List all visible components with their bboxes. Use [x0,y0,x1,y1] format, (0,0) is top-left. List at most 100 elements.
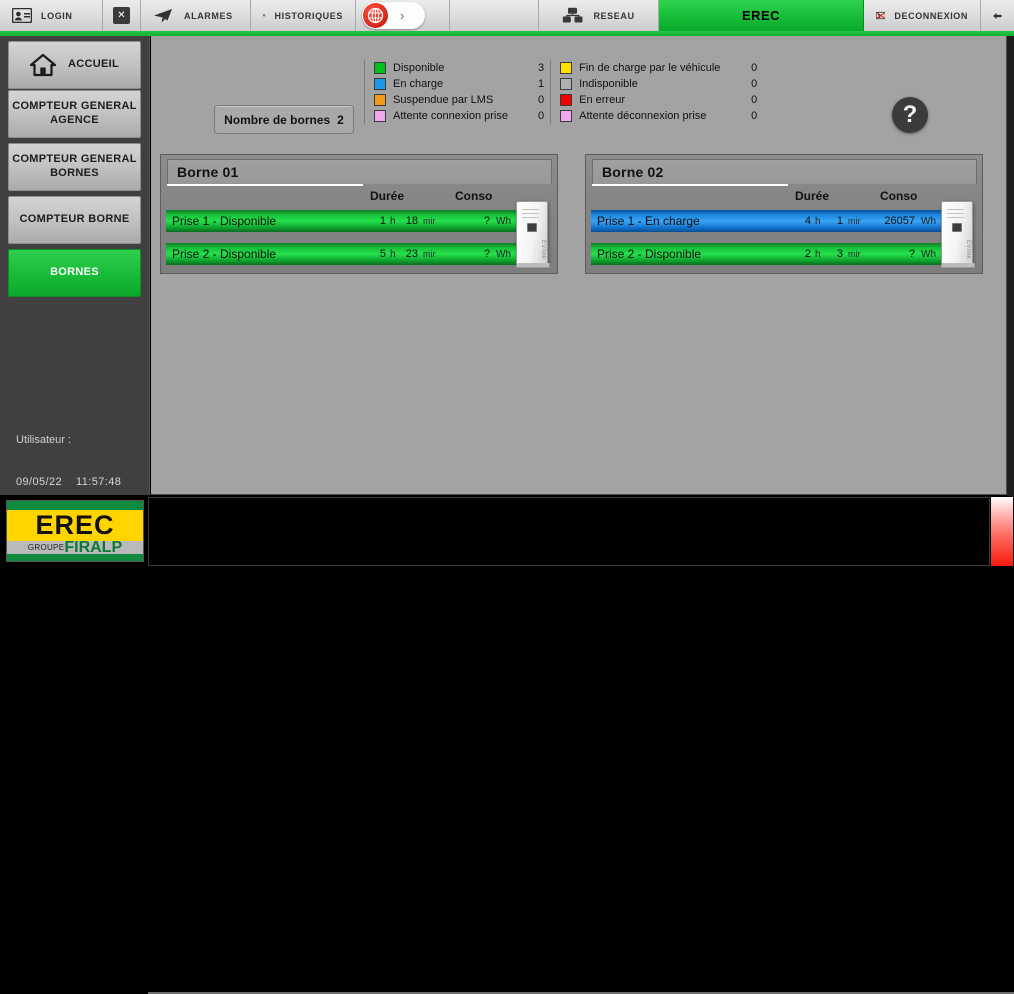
status-swatch-en-charge [374,78,386,90]
prise-duration-minutes: 23 [402,248,418,260]
prise-duration-hours-unit: h [815,249,821,260]
status-swatch-disponible [374,62,386,74]
borne-header-underline [592,184,788,186]
prise-duration-minutes-unit: mir [848,216,861,226]
tab-back[interactable] [981,0,1014,31]
prise-row[interactable]: Prise 1 - Disponible 1 h 18 mir ? Wh [166,210,531,232]
chevron-right-icon[interactable]: › [400,8,404,23]
sidebar-item-bornes[interactable]: BORNES [8,249,141,297]
prise-duration-hours-unit: h [390,249,396,260]
prise-conso-unit: Wh [921,216,936,227]
tab-deconnexion[interactable]: DECONNEXION [864,0,981,31]
station-brand-label: EVlink [965,240,971,259]
legend-label: Fin de charge par le véhicule [579,62,751,74]
history-document-icon [263,6,266,25]
legend-label: Attente connexion prise [393,110,538,122]
legend-label: Indisponible [579,78,751,90]
prise-conso-value: ? [871,248,915,260]
footer-alert-indicator [991,497,1013,566]
nombre-de-bornes-label: Nombre de bornes [224,113,330,127]
prise-duration-hours: 4 [797,215,811,227]
sidebar-item-compteur-borne[interactable]: COMPTEUR BORNE [8,196,141,244]
tab-bar-spacer [450,0,539,31]
prise-row[interactable]: Prise 2 - Disponible 5 h 23 mir ? Wh [166,243,531,265]
station-display [952,223,962,232]
station-brand-label: EVlink [540,240,546,259]
prise-label: Prise 2 - Disponible [591,247,802,261]
column-header-conso: Conso [455,189,492,203]
station-display [527,223,537,232]
datetime-display: 09/05/2211:57:48 [16,476,121,488]
footer-bar: EREC GROUPEFIRALP [0,496,1014,567]
prise-label: Prise 2 - Disponible [166,247,377,261]
globe-glyph [367,7,384,24]
legend-item: En charge 1 [374,76,544,92]
borne-panel[interactable]: Borne 02 Durée Conso Prise 1 - En charge… [585,154,983,274]
close-icon[interactable]: ✕ [113,7,130,24]
legend-label: En erreur [579,94,751,106]
sidebar-item-accueil[interactable]: ACCUEIL [8,41,141,89]
status-swatch-en-erreur [560,94,572,106]
logo-plate: EREC [7,510,143,541]
tab-alarmes[interactable]: ALARMES [141,0,251,31]
application-window: LOGIN ✕ ALARMES HISTORIQUES [0,0,1014,567]
borne-title: Borne 01 [168,164,239,180]
language-selector[interactable]: › [362,2,425,29]
prise-duration-minutes: 3 [827,248,843,260]
borne-panel[interactable]: Borne 01 Durée Conso Prise 1 - Disponibl… [160,154,558,274]
current-time: 11:57:48 [76,476,121,488]
borne-column-headers: Durée Conso [161,189,557,207]
borne-title: Borne 02 [593,164,664,180]
network-icon [562,7,584,24]
legend-item: Attente déconnexion prise 0 [560,108,757,124]
legend-item: En erreur 0 [560,92,757,108]
legend-item: Disponible 3 [374,60,544,76]
sidebar-item-compteur-general-bornes[interactable]: COMPTEUR GENERAL BORNES [8,143,141,191]
id-card-icon [12,8,32,23]
top-tab-bar: LOGIN ✕ ALARMES HISTORIQUES [0,0,1014,31]
status-swatch-attente-deconnexion [560,110,572,122]
tab-erec[interactable]: EREC [659,0,864,31]
legend-count: 0 [751,110,757,122]
prise-duration-minutes-unit: mir [848,249,861,259]
sidebar: ACCUEIL COMPTEUR GENERAL AGENCE COMPTEUR… [0,36,150,495]
tab-close-session[interactable]: ✕ [103,0,141,31]
erec-logo: EREC GROUPEFIRALP [6,500,144,562]
tab-reseau[interactable]: RESEAU [539,0,659,31]
footer-message-pane [148,497,990,566]
borne-header: Borne 02 [592,159,977,184]
column-header-duree: Durée [370,189,404,203]
prise-duration-hours-unit: h [815,216,821,227]
prise-row[interactable]: Prise 2 - Disponible 2 h 3 mir ? Wh [591,243,956,265]
nombre-de-bornes-box: Nombre de bornes 2 [214,105,354,134]
prise-duration-hours: 1 [372,215,386,227]
charging-station-icon: EVlink [941,201,973,265]
station-vents [947,209,964,221]
tab-historiques[interactable]: HISTORIQUES [251,0,356,31]
sidebar-item-label: BORNES [50,266,99,280]
sidebar-item-label: COMPTEUR GENERAL BORNES [9,153,140,181]
prise-duration-minutes-unit: mir [423,216,436,226]
prise-conso-value: 26057 [871,215,915,227]
prise-duration-hours: 5 [372,248,386,260]
sidebar-item-compteur-general-agence[interactable]: COMPTEUR GENERAL AGENCE [8,90,141,138]
prise-conso-unit: Wh [496,249,511,260]
legend-label: En charge [393,78,538,90]
legend-count: 1 [538,78,544,90]
back-arrow-icon [993,9,1002,23]
status-legend: Disponible 3 En charge 1 Suspendue par L… [364,60,763,124]
status-swatch-attente-connexion [374,110,386,122]
legend-column-left: Disponible 3 En charge 1 Suspendue par L… [364,60,550,124]
tab-reseau-label: RESEAU [593,11,634,21]
tab-login[interactable]: LOGIN [0,0,103,31]
prise-row[interactable]: Prise 1 - En charge 4 h 1 mir 26057 Wh [591,210,956,232]
globe-icon[interactable] [363,3,388,28]
legend-item: Indisponible 0 [560,76,757,92]
help-button[interactable]: ? [892,97,928,133]
legend-item: Suspendue par LMS 0 [374,92,544,108]
prise-duration-hours: 2 [797,248,811,260]
legend-count: 0 [751,94,757,106]
status-swatch-suspendue-lms [374,94,386,106]
legend-item: Attente connexion prise 0 [374,108,544,124]
user-label: Utilisateur : [16,434,71,446]
